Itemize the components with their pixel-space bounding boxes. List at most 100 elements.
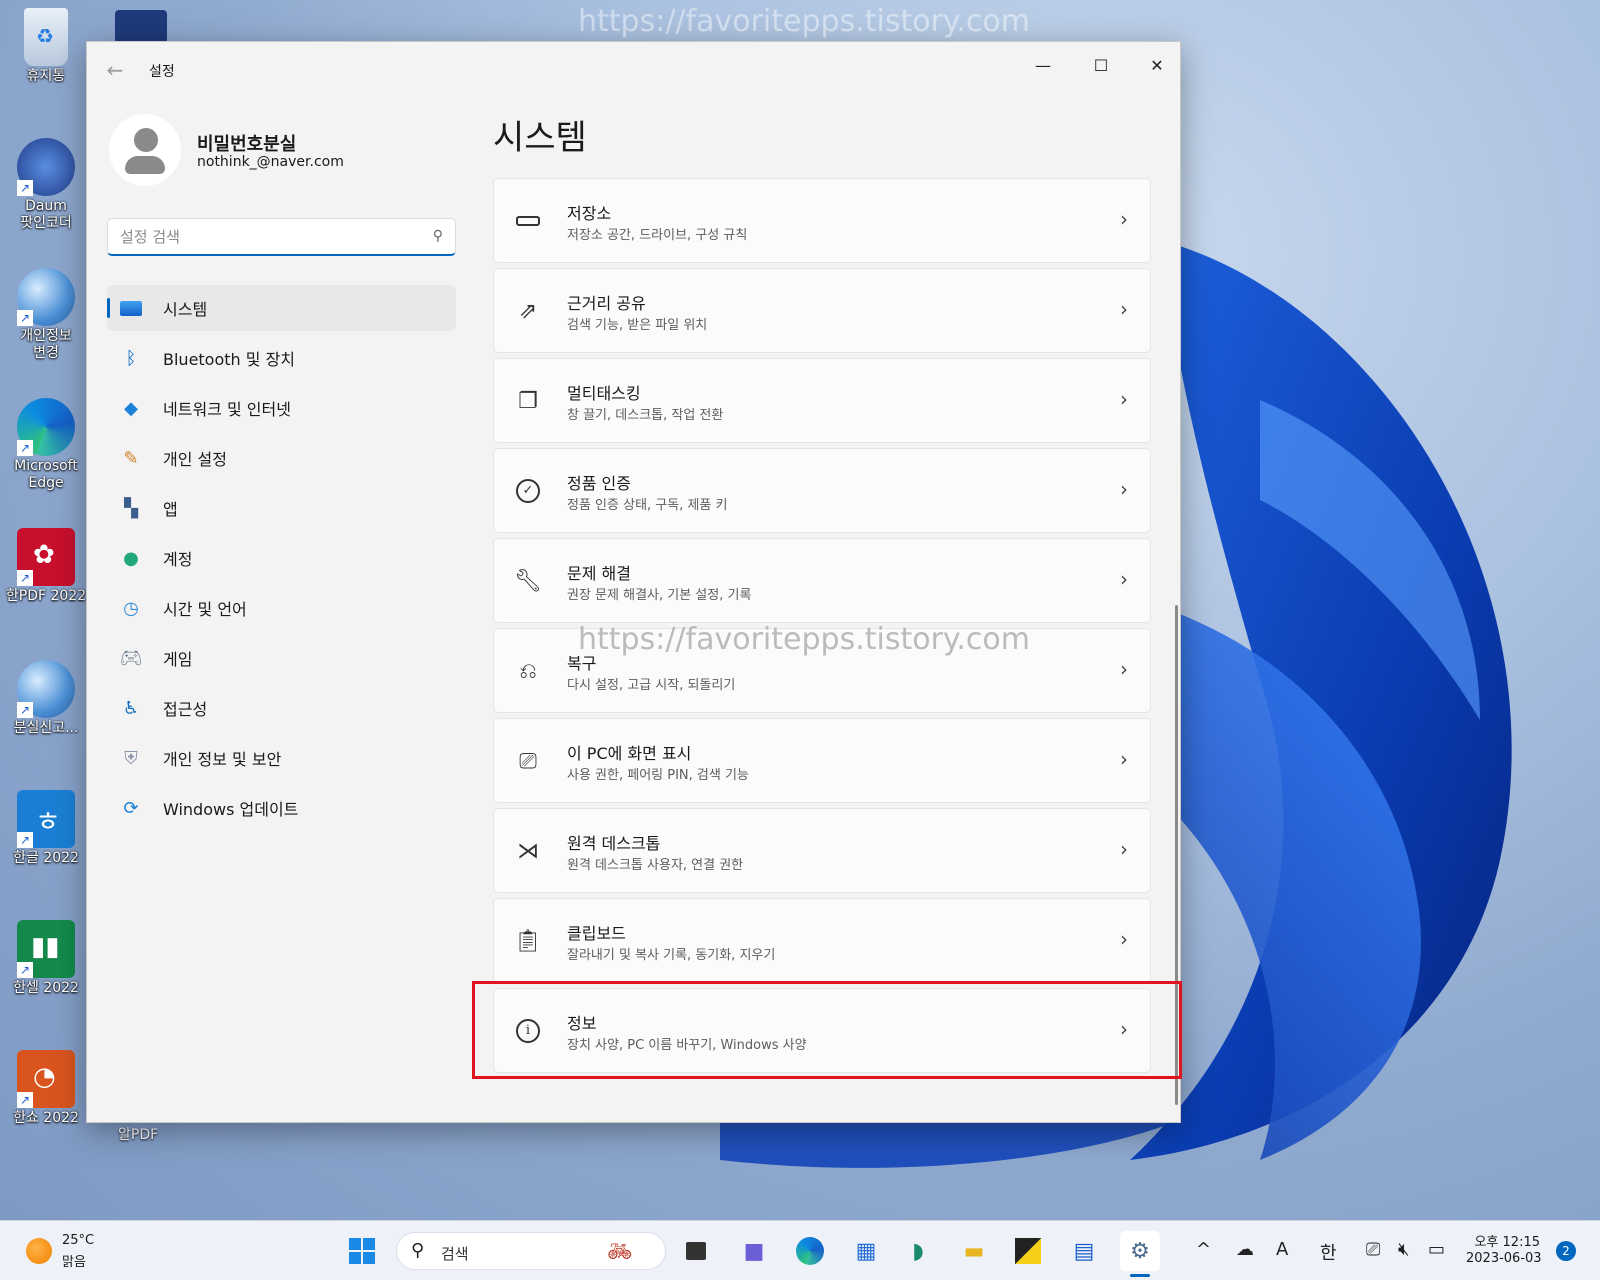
task-view-icon[interactable] bbox=[676, 1231, 716, 1271]
desktop-icon-personal-info[interactable]: ↗ 개인정보 변경 bbox=[4, 268, 88, 362]
title-bar: ← 설정 — ☐ ✕ bbox=[87, 42, 1180, 94]
maximize-button[interactable]: ☐ bbox=[1073, 48, 1129, 82]
sidebar-item-label: 개인 설정 bbox=[163, 450, 227, 469]
avatar[interactable] bbox=[109, 114, 181, 186]
card-storage[interactable]: 저장소 저장소 공간, 드라이브, 구성 규칙 › bbox=[493, 178, 1151, 263]
card-subtitle: 저장소 공간, 드라이브, 구성 규칙 bbox=[567, 228, 748, 243]
scrollbar[interactable] bbox=[1175, 605, 1178, 1105]
clock-time[interactable]: 오후 12:15 bbox=[1470, 1231, 1540, 1250]
desktop-icon-lost-report[interactable]: ↗ 분실신고... bbox=[4, 660, 88, 737]
desktop-icon-hanshow[interactable]: ◔ ↗ 한쇼 2022 bbox=[4, 1050, 88, 1127]
chevron-right-icon: › bbox=[1120, 207, 1128, 231]
minimize-button[interactable]: — bbox=[1015, 48, 1071, 82]
network-icon[interactable]: ⎚ bbox=[1366, 1239, 1380, 1260]
chat-icon[interactable]: ■ bbox=[734, 1231, 774, 1271]
notepad-icon[interactable]: ▤ bbox=[1064, 1231, 1104, 1271]
sidebar-item-gaming[interactable]: 🎮︎ 게임 bbox=[107, 635, 456, 681]
search-icon[interactable]: ⚲ bbox=[433, 228, 443, 244]
chevron-right-icon: › bbox=[1120, 477, 1128, 501]
chevron-up-icon[interactable]: ^ bbox=[1196, 1239, 1211, 1260]
system-icon bbox=[119, 296, 143, 320]
sidebar-item-label: Bluetooth 및 장치 bbox=[163, 350, 296, 369]
card-about[interactable]: i 정보 장치 사양, PC 이름 바꾸기, Windows 사양 › bbox=[493, 988, 1151, 1073]
card-subtitle: 창 끌기, 데스크톱, 작업 전환 bbox=[567, 408, 724, 423]
app-icon[interactable]: ◗ bbox=[898, 1231, 938, 1271]
sidebar-item-privacy[interactable]: ⛨ 개인 정보 및 보안 bbox=[107, 735, 456, 781]
gamepad-icon: 🎮︎ bbox=[119, 647, 143, 669]
card-subtitle: 잘라내기 및 복사 기록, 동기화, 지우기 bbox=[567, 948, 776, 963]
active-app-indicator bbox=[1130, 1274, 1150, 1277]
card-title: 클립보드 bbox=[567, 924, 626, 943]
sidebar-item-label: Windows 업데이트 bbox=[163, 800, 299, 819]
sidebar-item-apps[interactable]: ▚ 앱 bbox=[107, 485, 456, 531]
card-subtitle: 장치 사양, PC 이름 바꾸기, Windows 사양 bbox=[567, 1038, 807, 1053]
battery-icon[interactable]: ▭ bbox=[1428, 1239, 1445, 1260]
desktop-icon-hancell[interactable]: ▮▮ ↗ 한셀 2022 bbox=[4, 920, 88, 997]
bluetooth-icon: ᛒ bbox=[125, 347, 137, 369]
card-recovery[interactable]: ⎌ 복구 다시 설정, 고급 시작, 되돌리기 › bbox=[493, 628, 1151, 713]
clock-date[interactable]: 2023-06-03 bbox=[1466, 1251, 1542, 1266]
file-explorer-icon[interactable]: ▬ bbox=[954, 1231, 994, 1271]
card-clipboard[interactable]: 📋︎ 클립보드 잘라내기 및 복사 기록, 동기화, 지우기 › bbox=[493, 898, 1151, 983]
chevron-right-icon: › bbox=[1120, 927, 1128, 951]
desktop-icon-recycle-bin[interactable]: ♻ 휴지통 bbox=[4, 8, 88, 85]
recovery-icon: ⎌ bbox=[519, 658, 537, 684]
close-button[interactable]: ✕ bbox=[1129, 48, 1185, 82]
activation-icon: ✓ bbox=[514, 477, 542, 505]
weather-sun-icon[interactable] bbox=[26, 1238, 52, 1264]
card-title: 저장소 bbox=[567, 204, 612, 223]
sidebar-item-system[interactable]: 시스템 bbox=[107, 285, 456, 331]
settings-search: ⚲ bbox=[107, 218, 456, 256]
back-arrow-icon[interactable]: ← bbox=[103, 58, 127, 82]
card-remote-desktop[interactable]: ⋊ 원격 데스크톱 원격 데스크톱 사용자, 연결 권한 › bbox=[493, 808, 1151, 893]
clock-globe-icon: ◷ bbox=[123, 597, 139, 619]
desktop-icon-edge[interactable]: ↗ Microsoft Edge bbox=[4, 398, 88, 492]
weather-desc[interactable]: 맑음 bbox=[62, 1251, 86, 1270]
card-subtitle: 다시 설정, 고급 시작, 되돌리기 bbox=[567, 678, 736, 693]
card-multitasking[interactable]: ❐ 멀티태스킹 창 끌기, 데스크톱, 작업 전환 › bbox=[493, 358, 1151, 443]
card-nearby-sharing[interactable]: ⇗ 근거리 공유 검색 기능, 받은 파일 위치 › bbox=[493, 268, 1151, 353]
card-subtitle: 검색 기능, 받은 파일 위치 bbox=[567, 318, 708, 333]
taskbar-search[interactable]: ⚲ 검색 🚲︎ bbox=[396, 1232, 666, 1270]
card-project-to-pc[interactable]: ⎚ 이 PC에 화면 표시 사용 권한, 페어링 PIN, 검색 기능 › bbox=[493, 718, 1151, 803]
desktop-icon-daum-potencoder[interactable]: ↗ Daum 팟인코더 bbox=[4, 138, 88, 232]
start-button[interactable] bbox=[342, 1231, 382, 1271]
sidebar-item-windows-update[interactable]: ⟳ Windows 업데이트 bbox=[107, 785, 456, 831]
card-subtitle: 원격 데스크톱 사용자, 연결 권한 bbox=[567, 858, 744, 873]
windows-logo-icon bbox=[349, 1238, 375, 1264]
desktop-icon-alpdf-label[interactable]: 알PDF bbox=[118, 1124, 158, 1144]
sidebar-item-label: 접근성 bbox=[163, 700, 208, 719]
desktop-icon-hangul[interactable]: ㅎ ↗ 한글 2022 bbox=[4, 790, 88, 867]
user-email: nothink_@naver.com bbox=[197, 154, 344, 170]
sidebar-item-accounts[interactable]: ● 계정 bbox=[107, 535, 456, 581]
chevron-right-icon: › bbox=[1120, 297, 1128, 321]
sidebar-item-accessibility[interactable]: ♿︎ 접근성 bbox=[107, 685, 456, 731]
notification-badge[interactable]: 2 bbox=[1556, 1241, 1576, 1261]
store-icon[interactable]: ▦ bbox=[846, 1231, 886, 1271]
watermark-text: https://favoritepps.tistory.com bbox=[578, 4, 1030, 39]
card-activation[interactable]: ✓ 정품 인증 정품 인증 상태, 구독, 제품 키 › bbox=[493, 448, 1151, 533]
card-title: 문제 해결 bbox=[567, 564, 631, 583]
sidebar-item-network[interactable]: ◆ 네트워크 및 인터넷 bbox=[107, 385, 456, 431]
desktop-icon-partial[interactable] bbox=[115, 10, 167, 44]
account-icon: ● bbox=[123, 547, 139, 569]
sticky-notes-icon[interactable] bbox=[1008, 1231, 1048, 1271]
sidebar-item-personalization[interactable]: ✎ 개인 설정 bbox=[107, 435, 456, 481]
card-title: 복구 bbox=[567, 654, 597, 673]
settings-card-list: 저장소 저장소 공간, 드라이브, 구성 규칙 › ⇗ 근거리 공유 검색 기능… bbox=[493, 178, 1151, 1078]
sidebar-item-bluetooth[interactable]: ᛒ Bluetooth 및 장치 bbox=[107, 335, 456, 381]
speaker-muted-icon[interactable]: 🔇︎ bbox=[1398, 1239, 1409, 1260]
card-troubleshoot[interactable]: 🔧︎ 문제 해결 권장 문제 해결사, 기본 설정, 기록 › bbox=[493, 538, 1151, 623]
wrench-icon: 🔧︎ bbox=[514, 568, 542, 594]
bicycle-icon: 🚲︎ bbox=[607, 1239, 633, 1263]
desktop-icon-hanpdf[interactable]: ✿ ↗ 한PDF 2022 bbox=[4, 528, 88, 605]
cloud-sync-icon[interactable]: ☁ bbox=[1236, 1239, 1254, 1260]
font-a-icon[interactable]: A bbox=[1276, 1239, 1288, 1260]
sidebar-item-time-language[interactable]: ◷ 시간 및 언어 bbox=[107, 585, 456, 631]
weather-temp[interactable]: 25°C bbox=[62, 1233, 94, 1248]
edge-icon[interactable] bbox=[790, 1231, 830, 1271]
search-input[interactable] bbox=[120, 226, 410, 248]
hangul-icon: ㅎ ↗ bbox=[17, 790, 75, 848]
settings-gear-icon[interactable]: ⚙ bbox=[1120, 1231, 1160, 1271]
ime-indicator[interactable]: 한 bbox=[1320, 1239, 1337, 1265]
